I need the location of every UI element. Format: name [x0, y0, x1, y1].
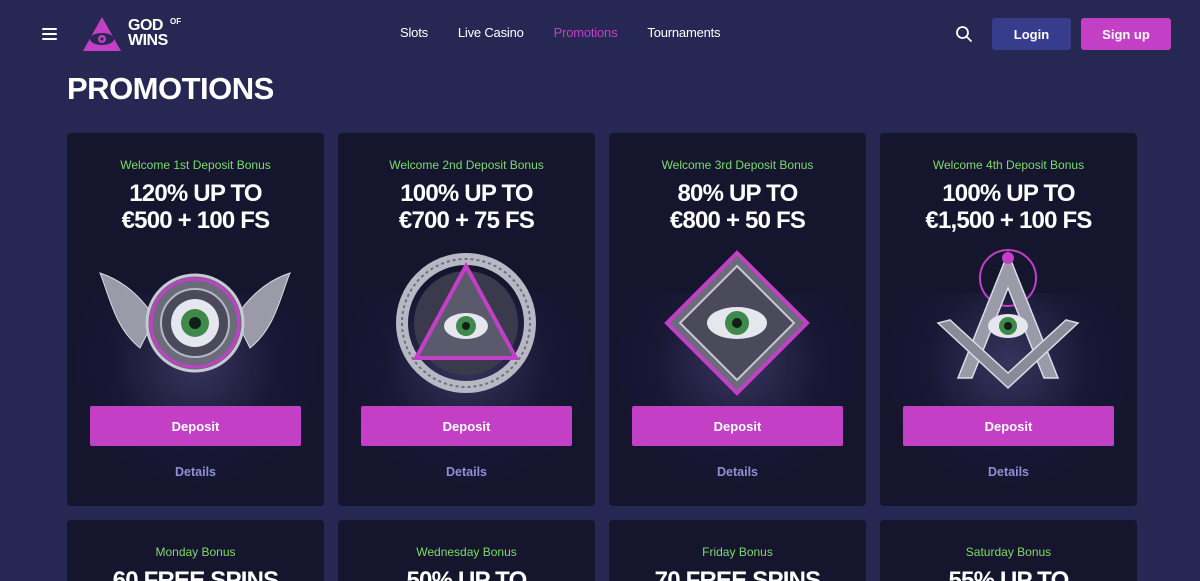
brand-logo[interactable]: GOD OF WINS — [82, 15, 192, 53]
promo-headline-line1: 120% UP TO — [129, 180, 262, 207]
promo-headline-line2: €800 + 50 FS — [669, 207, 806, 234]
nav-slots[interactable]: Slots — [400, 25, 428, 40]
promo-headline-line2: €500 + 100 FS — [121, 207, 271, 234]
hamburger-menu-icon[interactable] — [40, 24, 60, 44]
promo-headline: 100% UP TO €1,500 + 100 FS — [880, 180, 1137, 234]
details-link[interactable]: Details — [609, 465, 866, 479]
login-button[interactable]: Login — [992, 18, 1071, 50]
promo-headline: 60 FREE SPINS — [112, 567, 279, 581]
promo-headline: 55% UP TO — [948, 567, 1070, 581]
promo-headline: 70 FREE SPINS — [654, 567, 821, 581]
promo-headline-line1: 100% UP TO — [400, 180, 533, 207]
promo-card-1: Welcome 1st Deposit Bonus 120% UP TO €50… — [67, 133, 324, 506]
deposit-button[interactable]: Deposit — [903, 406, 1114, 446]
nav-tournaments[interactable]: Tournaments — [647, 25, 720, 40]
promo-subtitle: Monday Bonus — [155, 545, 236, 559]
logo-text-of: OF — [170, 17, 182, 26]
promo-subtitle: Welcome 1st Deposit Bonus — [120, 158, 271, 172]
promo-headline: 100% UP TO €700 + 75 FS — [338, 180, 595, 234]
promo-card-5: Monday Bonus 60 FREE SPINS — [67, 520, 324, 581]
details-link[interactable]: Details — [67, 465, 324, 479]
page-title: PROMOTIONS — [67, 71, 274, 106]
details-link[interactable]: Details — [338, 465, 595, 479]
promo-subtitle: Wednesday Bonus — [416, 545, 517, 559]
deposit-button[interactable]: Deposit — [90, 406, 301, 446]
deposit-button[interactable]: Deposit — [632, 406, 843, 446]
promo-headline-line1: 80% UP TO — [677, 180, 799, 207]
promo-headline-line2: €700 + 75 FS — [398, 207, 535, 234]
promo-subtitle: Friday Bonus — [702, 545, 773, 559]
promo-subtitle: Welcome 3rd Deposit Bonus — [661, 158, 814, 172]
promo-subtitle: Welcome 2nd Deposit Bonus — [389, 158, 544, 172]
nav-promotions[interactable]: Promotions — [554, 25, 618, 40]
winged-eye-icon — [99, 272, 291, 373]
serpent-triangle-eye-icon — [396, 253, 536, 393]
deposit-button[interactable]: Deposit — [361, 406, 572, 446]
promo-headline-line1: 100% UP TO — [942, 180, 1075, 207]
promo-card-8: Saturday Bonus 55% UP TO — [880, 520, 1137, 581]
signup-button[interactable]: Sign up — [1081, 18, 1171, 50]
promo-card-6: Wednesday Bonus 50% UP TO — [338, 520, 595, 581]
search-icon[interactable] — [955, 25, 973, 43]
promo-card-2: Welcome 2nd Deposit Bonus 100% UP TO €70… — [338, 133, 595, 506]
promo-headline: 120% UP TO €500 + 100 FS — [67, 180, 324, 234]
diamond-eye-icon — [664, 250, 810, 396]
promo-card-4: Welcome 4th Deposit Bonus 100% UP TO €1,… — [880, 133, 1137, 506]
promo-card-7: Friday Bonus 70 FREE SPINS — [609, 520, 866, 581]
promo-subtitle: Saturday Bonus — [965, 545, 1052, 559]
promo-card-3: Welcome 3rd Deposit Bonus 80% UP TO €800… — [609, 133, 866, 506]
promo-headline-line2: €1,500 + 100 FS — [925, 207, 1092, 234]
site-header: GOD OF WINS Slots Live Casino Promotions… — [0, 0, 1200, 68]
details-link[interactable]: Details — [880, 465, 1137, 479]
main-nav: Slots Live Casino Promotions Tournaments — [400, 25, 750, 40]
promo-subtitle: Welcome 4th Deposit Bonus — [932, 158, 1085, 172]
logo-text-wins: WINS — [128, 32, 168, 49]
logo-eye-icon — [83, 17, 121, 51]
promo-headline: 80% UP TO €800 + 50 FS — [609, 180, 866, 234]
compass-eye-icon — [936, 249, 1080, 390]
promo-headline: 50% UP TO — [406, 567, 528, 581]
nav-live-casino[interactable]: Live Casino — [458, 25, 524, 40]
